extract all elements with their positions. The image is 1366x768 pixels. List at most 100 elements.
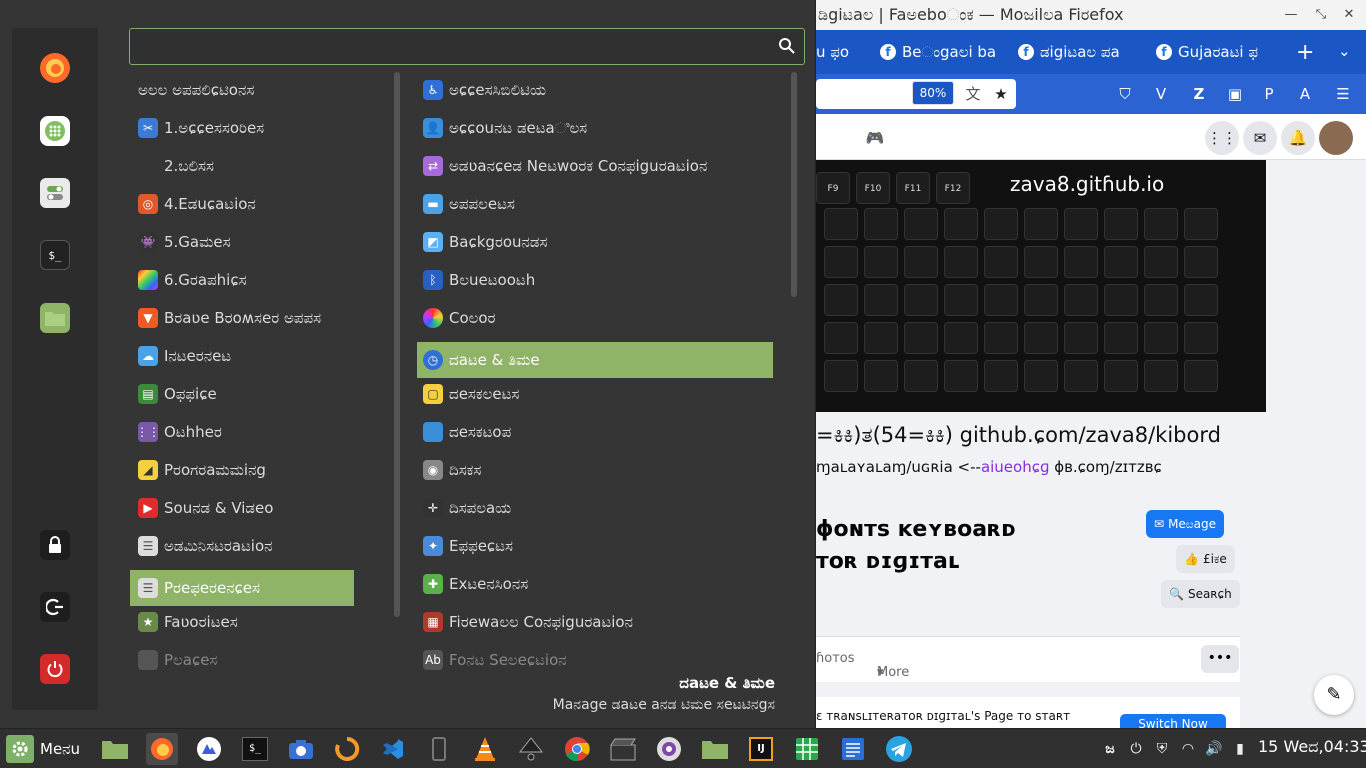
- category-preferences[interactable]: ☰ Pರeಫeರeನɕeಸ: [130, 570, 354, 606]
- files-folder-icon[interactable]: [40, 303, 70, 333]
- category-accessories[interactable]: ✂ 1.ಅɕɕeಸಸoರಿeಸ: [130, 110, 354, 146]
- clock[interactable]: 15 Weದ,04:33: [1258, 737, 1366, 757]
- tab-1[interactable]: u ಫo: [816, 38, 864, 66]
- inkscape-taskbar-icon[interactable]: [515, 733, 547, 765]
- category-other[interactable]: ⋮⋮ Oಟhheರ: [130, 414, 354, 450]
- close-button[interactable]: ✕: [1338, 4, 1360, 26]
- settings-toggle-icon[interactable]: [40, 178, 70, 208]
- category-education[interactable]: ◎ 4.Eಡuɕaಟioನ: [130, 186, 354, 222]
- restore-button[interactable]: ⤡: [1310, 4, 1332, 26]
- firefox-taskbar-icon[interactable]: [146, 733, 178, 765]
- app-display[interactable]: ✛ ದಿಸಪಲaಯ: [417, 490, 773, 526]
- avatar[interactable]: [1319, 121, 1353, 155]
- terminal-taskbar-icon[interactable]: $_: [239, 733, 271, 765]
- tab-2[interactable]: f Beಂgaಲi ba: [880, 38, 1008, 66]
- translate-icon[interactable]: 文: [962, 83, 984, 105]
- category-internet[interactable]: ☁ Iನಟeರನeಟ: [130, 338, 354, 374]
- phone-taskbar-icon[interactable]: [423, 733, 455, 765]
- shield-update-icon[interactable]: ⛨: [1152, 739, 1172, 759]
- wifi-icon[interactable]: ◠: [1178, 739, 1198, 759]
- app-account-details[interactable]: 👤 ಅɕɕouನಟ ಡeಟaಿಲಸ: [417, 110, 773, 146]
- zotero-icon[interactable]: Z: [1188, 83, 1210, 105]
- camera-taskbar-icon[interactable]: [285, 733, 317, 765]
- category-programming[interactable]: ◢ Pರoಗರaಮಮiನg: [130, 452, 354, 488]
- video-editor-taskbar-icon[interactable]: [607, 733, 639, 765]
- extension-icon[interactable]: ▣: [1224, 83, 1246, 105]
- category-brave-apps[interactable]: ▼ Bರaʋe Bರoʍಸeರ ಅಪಪಸ: [130, 300, 354, 336]
- category-graphics[interactable]: 6.Gರaಪhiɕಸ: [130, 262, 354, 298]
- terminal-icon[interactable]: $_: [40, 240, 70, 270]
- app-network-configuration[interactable]: ⇄ ಅಡʋaನɕeಡ Neಟwoರಕ Coನಫiguರaಟioನ: [417, 148, 773, 184]
- logout-icon[interactable]: [40, 592, 70, 622]
- app-scrollbar[interactable]: [791, 72, 797, 297]
- translator-icon[interactable]: A: [1294, 83, 1316, 105]
- battery-icon[interactable]: ▮: [1230, 739, 1250, 759]
- app-applets[interactable]: ▬ ಅಪಪಲeಟಸ: [417, 186, 773, 222]
- app-accessibility[interactable]: ♿ ಅɕɕeಸಸಿಬಿಲಿಟಿಯ: [417, 72, 773, 108]
- category-sound-video[interactable]: ▶ Souನಡ & Viಡeo: [130, 490, 354, 526]
- power-icon[interactable]: ⏻: [1126, 739, 1146, 759]
- tab-4[interactable]: f Gujaರaಟi ಫ: [1156, 38, 1278, 66]
- menu-button[interactable]: Meನu: [0, 729, 92, 768]
- bookmark-star-icon[interactable]: ★: [990, 83, 1012, 105]
- hamburger-menu-icon[interactable]: ☰: [1332, 83, 1354, 105]
- minimize-button[interactable]: —: [1280, 4, 1302, 26]
- spiral-app-taskbar-icon[interactable]: [331, 733, 363, 765]
- notifications-bell-icon[interactable]: 🔔: [1281, 121, 1315, 155]
- vscode-taskbar-icon[interactable]: [377, 733, 409, 765]
- messenger-icon[interactable]: ✉: [1243, 121, 1277, 155]
- intellij-taskbar-icon[interactable]: IJ: [745, 733, 777, 765]
- search-input[interactable]: [129, 28, 805, 65]
- files-taskbar-icon[interactable]: [99, 733, 131, 765]
- compose-edit-icon[interactable]: ✎: [1314, 675, 1354, 715]
- chrome-taskbar-icon[interactable]: [561, 733, 593, 765]
- vlc-taskbar-icon[interactable]: [469, 733, 501, 765]
- folder-taskbar-icon[interactable]: [699, 733, 731, 765]
- app-font-selection[interactable]: Ab Foನಟ Seಲeɕಟioನ: [417, 642, 773, 672]
- category-bliss[interactable]: 2.ಬಲಿಸಸ: [130, 148, 354, 184]
- gaming-icon[interactable]: 🎮: [858, 121, 892, 155]
- app-date-time[interactable]: ◷ ದaಟe & ತಿಮe: [417, 342, 773, 378]
- category-places[interactable]: Pಲaɕeಸ: [130, 642, 354, 672]
- message-button[interactable]: ✉ Meೞage: [1146, 510, 1225, 538]
- firefox-icon[interactable]: [40, 53, 70, 83]
- tab-photos[interactable]: ɦoᴛos: [816, 651, 855, 666]
- apps-grid-icon[interactable]: ⋮⋮: [1205, 121, 1239, 155]
- spreadsheet-taskbar-icon[interactable]: [791, 733, 823, 765]
- category-favorites[interactable]: ★ Faʋoರiಟeಸ: [130, 604, 354, 640]
- banner-link[interactable]: aiueohɕɡ: [981, 458, 1050, 476]
- tab-3[interactable]: f ಡigiಟaಲ ಪa: [1018, 38, 1144, 66]
- category-all-applications[interactable]: ಅಲಲ ಅಪಪಲಿɕಟಿoನಸ: [130, 72, 354, 108]
- search-page-button[interactable]: 🔍 Seaʀɕh: [1161, 580, 1240, 608]
- app-firewall-configuration[interactable]: ▦ Fiರewaಲಲ Coನಫiguರaಟioನ: [417, 604, 773, 640]
- app-effects[interactable]: ✦ Eಫಫeɕಟಸ: [417, 528, 773, 564]
- pocket-icon[interactable]: ⛉: [1114, 83, 1136, 105]
- category-administration[interactable]: ☰ ಅಡಮಿನಿಸಟರaಟioನ: [130, 528, 354, 564]
- pinterest-icon[interactable]: P: [1258, 83, 1280, 105]
- text-editor-taskbar-icon[interactable]: [837, 733, 869, 765]
- telegram-taskbar-icon[interactable]: [883, 733, 915, 765]
- power-off-icon[interactable]: [40, 654, 70, 684]
- app-disks[interactable]: ◉ ದಿಸಕಸ: [417, 452, 773, 488]
- app-extensions[interactable]: ✚ Exಟeನಸಿoನಸ: [417, 566, 773, 602]
- screenshot-taskbar-icon[interactable]: [653, 733, 685, 765]
- new-tab-button[interactable]: +: [1296, 40, 1314, 65]
- category-games[interactable]: 👾 5.Gaಮeಸ: [130, 224, 354, 260]
- vpn-icon[interactable]: V: [1150, 83, 1172, 105]
- software-manager-icon[interactable]: [40, 116, 70, 146]
- zoom-indicator[interactable]: 80%: [912, 81, 954, 105]
- category-office[interactable]: ▤ Oಫಫiɕe: [130, 376, 354, 412]
- category-scrollbar[interactable]: [394, 72, 400, 617]
- list-tabs-chevron-icon[interactable]: ⌄: [1338, 42, 1351, 60]
- like-button[interactable]: 👍 £iಕe: [1176, 545, 1235, 573]
- keyboard-layout-indicator[interactable]: ಜ: [1100, 739, 1120, 759]
- app-desktop[interactable]: ದeಸಕಟoಪ: [417, 414, 773, 450]
- app-bluetooth[interactable]: ᛒ Bಲueಟooಟh: [417, 262, 773, 298]
- volume-icon[interactable]: 🔊: [1204, 739, 1224, 759]
- lock-screen-icon[interactable]: [40, 530, 70, 560]
- app-color[interactable]: Coಲoರ: [417, 300, 773, 336]
- more-options-button[interactable]: •••: [1201, 645, 1239, 673]
- vpn-taskbar-icon[interactable]: [193, 733, 225, 765]
- app-backgrounds[interactable]: ◩ Baɕkgರouನಡಸ: [417, 224, 773, 260]
- app-desklets[interactable]: ▢ ದeಸಕಲeಟಸ: [417, 376, 773, 412]
